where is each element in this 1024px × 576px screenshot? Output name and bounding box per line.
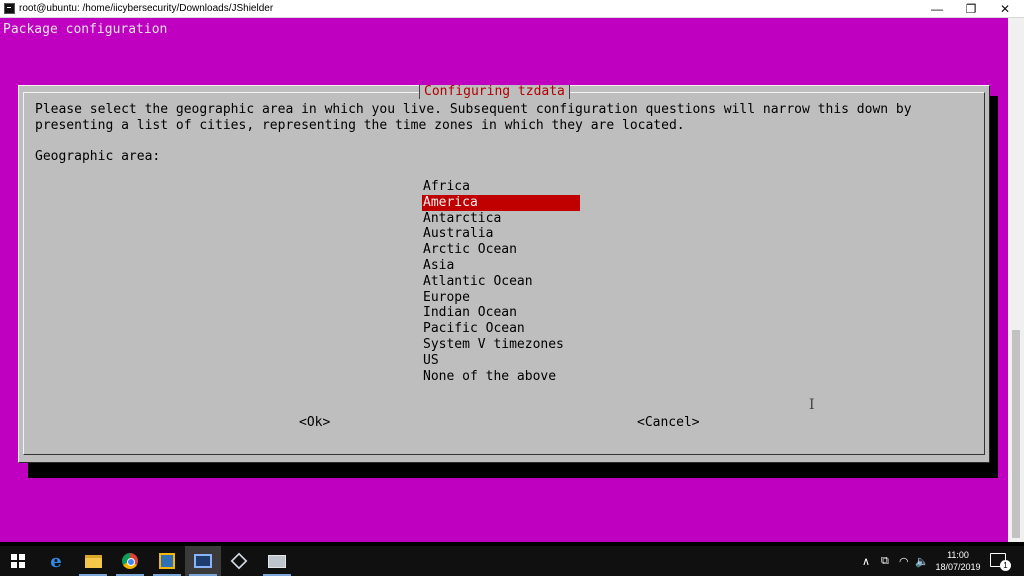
taskbar-clock[interactable]: 11:00 18/07/2019 [930, 549, 986, 573]
cancel-button[interactable]: <Cancel> [637, 415, 700, 431]
taskbar-edge[interactable]: e [38, 546, 74, 576]
terminal-scrollbar[interactable] [1008, 18, 1024, 542]
area-option[interactable]: Pacific Ocean [422, 321, 580, 337]
area-option[interactable]: Australia [422, 226, 580, 242]
area-option[interactable]: US [422, 353, 580, 369]
notification-center-icon[interactable]: 1 [990, 553, 1011, 571]
geographic-area-list[interactable]: Africa America Antarctica Australia Arctic O… [422, 179, 580, 384]
area-option[interactable]: None of the above [422, 369, 580, 385]
area-option[interactable]: Arctic Ocean [422, 242, 580, 258]
tray-chevron[interactable]: ∧ [862, 546, 870, 576]
restore-button[interactable]: ❐ [954, 0, 988, 18]
dialog-prompt: Please select the geographic area in whi… [35, 102, 912, 133]
taskbar-chrome[interactable] [112, 546, 148, 576]
dialog-title: Configuring tzdata [419, 85, 570, 99]
area-option[interactable]: System V timezones [422, 337, 580, 353]
scrollbar-thumb[interactable] [1012, 330, 1020, 538]
notification-count-badge: 1 [1000, 560, 1011, 571]
area-option[interactable]: Indian Ocean [422, 305, 580, 321]
volume-icon[interactable]: 🔈 [915, 546, 929, 576]
terminal-app-icon [4, 3, 15, 14]
area-option[interactable]: America [422, 194, 580, 211]
area-option[interactable]: Atlantic Ocean [422, 274, 580, 290]
taskbar-file-explorer[interactable] [75, 546, 111, 576]
area-option[interactable]: Europe [422, 290, 580, 306]
tzdata-dialog: Configuring tzdata Please select the geo… [18, 85, 990, 463]
cube-icon [230, 552, 248, 570]
geographic-area-label: Geographic area: [35, 149, 161, 164]
start-button[interactable] [0, 546, 36, 576]
remote-session-icon [194, 554, 212, 568]
text-cursor-icon: I [809, 397, 815, 413]
area-option[interactable]: Africa [422, 179, 580, 195]
chrome-icon [122, 553, 138, 569]
folder-icon [84, 554, 102, 568]
close-button[interactable]: ✕ [988, 0, 1022, 18]
windows-logo-icon [11, 554, 25, 568]
area-option[interactable]: Antarctica [422, 211, 580, 227]
clock-date: 18/07/2019 [935, 562, 981, 572]
network-icon[interactable]: ⧉ [881, 546, 889, 576]
edge-browser-icon: e [50, 550, 62, 572]
taskbar-3d-app[interactable] [221, 546, 257, 576]
wifi-icon[interactable]: ◠ [899, 546, 909, 576]
virtualbox-icon [159, 553, 175, 569]
package-configuration-header: Package configuration [3, 22, 168, 37]
taskbar-terminal-session[interactable] [185, 546, 221, 576]
monitor-icon [268, 554, 286, 568]
taskbar-remote-desktop[interactable] [259, 546, 295, 576]
window-titlebar: root@ubuntu: /home/iicybersecurity/Downl… [0, 0, 1024, 18]
taskbar: e ∧ ⧉ ◠ 🔈 11:00 18/07/2019 1 [0, 546, 1024, 576]
area-option[interactable]: Asia [422, 258, 580, 274]
ok-button[interactable]: <Ok> [299, 415, 330, 431]
minimize-button[interactable]: — [920, 0, 954, 18]
window-title: root@ubuntu: /home/iicybersecurity/Downl… [19, 3, 274, 14]
clock-time: 11:00 [947, 550, 969, 560]
taskbar-virtualbox[interactable] [149, 546, 185, 576]
